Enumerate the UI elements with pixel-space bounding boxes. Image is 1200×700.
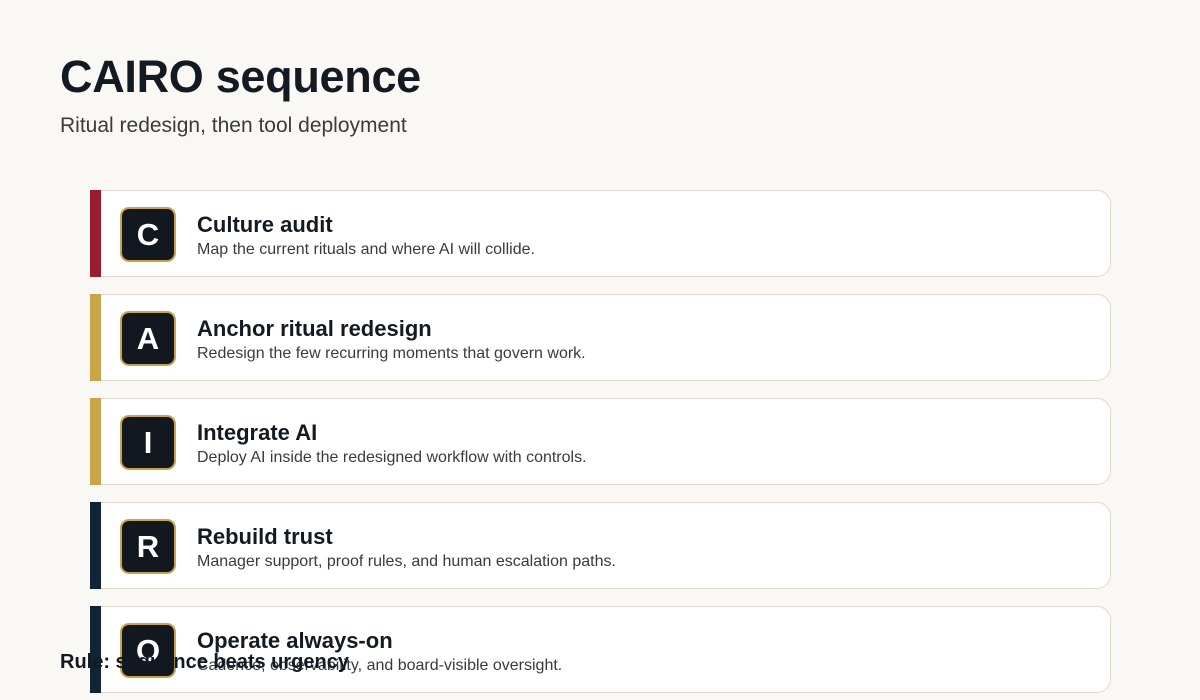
- page-subtitle: Ritual redesign, then tool deployment: [60, 114, 407, 137]
- step-accent-bar: [90, 294, 101, 381]
- step-card: R Rebuild trust Manager support, proof r…: [101, 502, 1111, 589]
- step-title: Anchor ritual redesign: [197, 316, 432, 341]
- step-integrate-ai: I Integrate AI Deploy AI inside the rede…: [90, 398, 1111, 485]
- page-title: CAIRO sequence: [60, 51, 421, 102]
- step-anchor-ritual-redesign: A Anchor ritual redesign Redesign the fe…: [90, 294, 1111, 381]
- step-accent-bar: [90, 502, 101, 589]
- step-culture-audit: C Culture audit Map the current rituals …: [90, 190, 1111, 277]
- step-letter-badge: A: [120, 311, 176, 366]
- footer-rule: Rule: sequence beats urgency: [60, 651, 349, 673]
- step-rebuild-trust: R Rebuild trust Manager support, proof r…: [90, 502, 1111, 589]
- step-card: A Anchor ritual redesign Redesign the fe…: [101, 294, 1111, 381]
- step-description: Map the current rituals and where AI wil…: [197, 241, 535, 258]
- step-description: Deploy AI inside the redesigned workflow…: [197, 449, 587, 466]
- step-title: Integrate AI: [197, 420, 318, 445]
- step-description: Redesign the few recurring moments that …: [197, 345, 586, 362]
- step-title: Rebuild trust: [197, 524, 333, 549]
- step-letter-badge: C: [120, 207, 176, 262]
- step-letter-badge: R: [120, 519, 176, 574]
- cairo-sequence-slide: CAIRO sequence Ritual redesign, then too…: [0, 0, 1200, 700]
- step-accent-bar: [90, 398, 101, 485]
- step-card: I Integrate AI Deploy AI inside the rede…: [101, 398, 1111, 485]
- step-card: C Culture audit Map the current rituals …: [101, 190, 1111, 277]
- step-letter-badge: I: [120, 415, 176, 470]
- step-title: Culture audit: [197, 212, 333, 237]
- step-accent-bar: [90, 190, 101, 277]
- step-description: Manager support, proof rules, and human …: [197, 553, 616, 570]
